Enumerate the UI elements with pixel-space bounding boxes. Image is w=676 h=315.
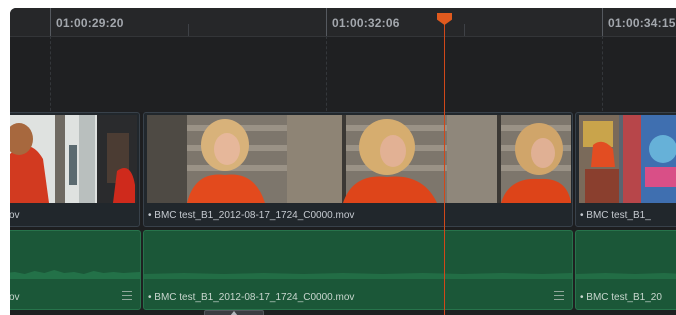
- ruler-tick: [326, 8, 327, 36]
- ruler-tick: [50, 8, 51, 36]
- ruler-tick: [464, 24, 465, 36]
- ruler-tick: [188, 24, 189, 36]
- video-clip-2[interactable]: • BMC test_B1_2012-08-17_1724_C0000.mov: [143, 112, 573, 227]
- ruler-timecode-1: 01:00:29:20: [56, 16, 124, 30]
- ruler-timecode-3: 01:00:34:15: [608, 16, 676, 30]
- video-track[interactable]: ov • BMC test_B1_2012-08-17_1724_C0000.m…: [10, 112, 676, 228]
- clip-thumbnail: [579, 115, 676, 203]
- audio-waveform: [576, 273, 676, 279]
- audio-waveform: [144, 273, 572, 279]
- ruler-timecode-2: 01:00:32:06: [332, 16, 400, 30]
- audio-clip-2[interactable]: • BMC test_B1_2012-08-17_1724_C0000.mov: [143, 230, 573, 310]
- clip-thumbnail: [10, 115, 137, 203]
- clip-name-label: • BMC test_B1_2012-08-17_1724_C0000.mov: [148, 210, 355, 221]
- audio-clip-3[interactable]: • BMC test_B1_20: [575, 230, 676, 310]
- video-clip-1[interactable]: ov: [10, 112, 140, 227]
- audio-clip-1[interactable]: ov: [10, 230, 141, 310]
- audio-track[interactable]: ov • BMC test_B1_2012-08-17_1724_C0000.m…: [10, 230, 676, 315]
- video-clip-3[interactable]: • BMC test_B1_: [575, 112, 676, 227]
- clip-name-label: ov: [10, 210, 20, 221]
- clip-name-label: • BMC test_B1_: [580, 210, 651, 221]
- scroll-handle-icon[interactable]: [204, 310, 264, 315]
- audio-waveform: [10, 270, 140, 279]
- menu-lines-icon[interactable]: [554, 291, 564, 300]
- playhead-line[interactable]: [444, 18, 445, 315]
- timeline-panel[interactable]: 01:00:29:20 01:00:32:06 01:00:34:15 ov •…: [10, 8, 676, 315]
- grid-line: [326, 36, 327, 116]
- clip-name-label: • BMC test_B1_2012-08-17_1724_C0000.mov: [148, 292, 355, 303]
- ruler-tick: [602, 8, 603, 36]
- empty-track-area[interactable]: [10, 37, 676, 113]
- clip-name-label: ov: [10, 292, 20, 303]
- grid-line: [50, 36, 51, 116]
- clip-name-label: • BMC test_B1_20: [580, 292, 662, 303]
- menu-lines-icon[interactable]: [122, 291, 132, 300]
- timecode-ruler[interactable]: 01:00:29:20 01:00:32:06 01:00:34:15: [10, 8, 676, 37]
- grid-line: [602, 36, 603, 116]
- clip-thumbnail: [147, 115, 571, 203]
